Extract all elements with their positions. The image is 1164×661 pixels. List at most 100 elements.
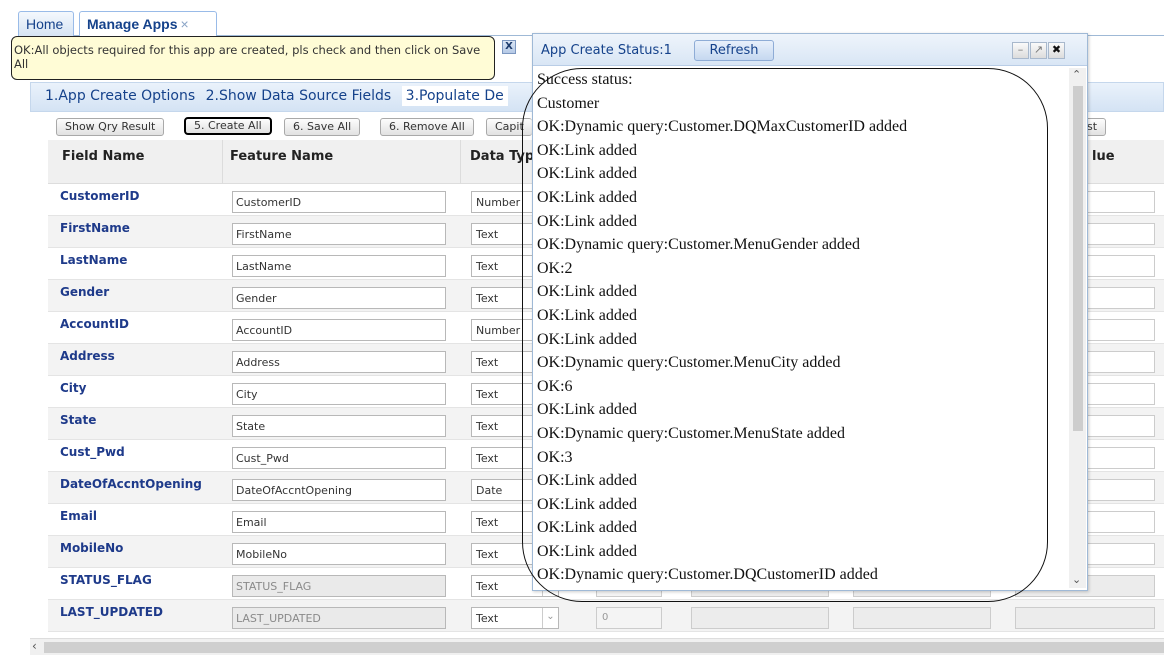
data-type-value: Text [476,356,499,369]
status-message: OK:Link added [537,188,637,206]
header-value: lue [1092,149,1115,164]
table-row: LAST_UPDATED LAST_UPDATED Text ⌄ 0 [48,600,1164,632]
wizard-step-2[interactable]: 2.Show Data Source Fields [206,88,392,104]
data-type-select[interactable]: Text ⌄ [471,607,559,629]
dialog-title: App Create Status:1 [541,43,672,58]
data-type-value: Text [476,388,499,401]
field-name: CustomerID [60,189,140,203]
capitalize-button[interactable]: Capit [486,118,532,136]
feature-name-input[interactable]: Address [232,351,446,373]
field-name: Address [60,349,115,363]
data-type-value: Text [476,228,499,241]
status-toast: OK:All objects required for this app are… [11,36,495,80]
feature-name-input[interactable]: AccountID [232,319,446,341]
value-input[interactable] [1015,607,1155,629]
field-name: State [60,413,97,427]
data-type-value: Text [476,260,499,273]
field-name: FirstName [60,221,130,235]
field-name: City [60,381,87,395]
data-type-value: Date [476,484,503,497]
number-cell[interactable]: 0 [596,607,662,629]
feature-name-input[interactable]: Gender [232,287,446,309]
scroll-left-icon[interactable]: ‹ [32,639,37,653]
toast-close-icon[interactable]: X [502,40,516,54]
status-message: OK:Link added [537,306,637,324]
status-message: OK:Link added [537,283,637,301]
status-message: OK:3 [537,448,573,466]
tab-manage-apps-label: Manage Apps [87,16,178,32]
scroll-up-icon[interactable]: ⌃ [1072,68,1081,81]
refresh-button[interactable]: Refresh [694,40,774,61]
tab-home-label: Home [26,16,64,32]
feature-name-input[interactable]: STATUS_FLAG [232,575,446,597]
chevron-down-icon[interactable]: ⌄ [542,608,558,628]
status-message: OK:Link added [537,212,637,230]
field-name: DateOfAccntOpening [60,477,202,491]
horizontal-scroll-thumb[interactable] [44,642,1164,653]
tab-manage-apps[interactable]: Manage Apps × [79,11,217,37]
dialog-header: App Create Status:1 Refresh – ↗ ✖ [533,34,1087,66]
feature-name-input[interactable]: DateOfAccntOpening [232,479,446,501]
data-type-value: Text [476,292,499,305]
feature-name-input[interactable]: LastName [232,255,446,277]
tab-close-icon[interactable]: × [181,16,189,32]
header-feature-name: Feature Name [230,149,334,164]
data-type-value: Text [476,612,499,625]
feature-name-input[interactable]: LAST_UPDATED [232,607,446,629]
status-message: OK:Link added [537,141,637,159]
data-type-value: Number [476,324,521,337]
wizard-step-1[interactable]: 1.App Create Options [45,88,195,104]
data-type-value: Text [476,452,499,465]
header-data-type: Data Typ [470,149,535,164]
disabled-cell [853,607,991,629]
feature-name-input[interactable]: Email [232,511,446,533]
data-type-value: Text [476,420,499,433]
status-message: OK:Link added [537,519,637,537]
feature-name-input[interactable]: CustomerID [232,191,446,213]
status-message: OK:Link added [537,330,637,348]
minimize-icon[interactable]: – [1012,42,1029,59]
remove-all-button[interactable]: 6. Remove All [380,118,474,136]
disabled-cell [691,607,829,629]
field-name: Email [60,509,98,523]
toast-message: OK:All objects required for this app are… [14,43,481,71]
save-all-button[interactable]: 6. Save All [284,118,361,136]
create-all-button[interactable]: 5. Create All [184,117,272,135]
status-message: OK:Dynamic query:Customer.MenuCity added [537,354,841,372]
status-message: OK:2 [537,259,573,277]
show-qry-result-button[interactable]: Show Qry Result [56,118,165,136]
data-type-value: Number [476,196,521,209]
feature-name-input[interactable]: Cust_Pwd [232,447,446,469]
scroll-down-icon[interactable]: ⌄ [1072,573,1081,586]
horizontal-scrollbar[interactable]: ‹ [30,638,1164,655]
header-field-name: Field Name [62,149,145,164]
dialog-messages: Success status: Customer OK:Dynamic query:… [537,68,1067,588]
popout-icon[interactable]: ↗ [1030,42,1047,59]
data-type-value: Text [476,580,499,593]
status-message: OK:Link added [537,495,637,513]
header-divider [460,140,461,184]
status-message: OK:Dynamic query:Customer.DQMaxCustomerI… [537,118,908,136]
feature-name-input[interactable]: City [232,383,446,405]
field-name: LastName [60,253,128,267]
wizard-step-3[interactable]: 3.Populate De [401,86,508,106]
field-name: MobileNo [60,541,124,555]
dialog-vertical-scrollbar[interactable]: ⌃ ⌄ [1069,68,1086,588]
status-message: OK:Link added [537,165,637,183]
field-name: Cust_Pwd [60,445,125,459]
feature-name-input[interactable]: FirstName [232,223,446,245]
field-name: LAST_UPDATED [60,605,163,619]
status-message: OK:6 [537,377,573,395]
tab-home[interactable]: Home [18,11,74,36]
feature-name-input[interactable]: State [232,415,446,437]
status-message: OK:Dynamic query:Customer.MenuState adde… [537,424,845,442]
app-create-status-dialog: App Create Status:1 Refresh – ↗ ✖ Succes… [532,33,1088,591]
status-message: OK:Dynamic query:Customer.MenuGender add… [537,236,861,254]
feature-name-input[interactable]: MobileNo [232,543,446,565]
field-name: AccountID [60,317,130,331]
data-type-value: Text [476,548,499,561]
field-name: Gender [60,285,110,299]
dialog-scroll-thumb[interactable] [1073,86,1083,431]
close-icon[interactable]: ✖ [1048,42,1065,59]
field-name: STATUS_FLAG [60,573,152,587]
